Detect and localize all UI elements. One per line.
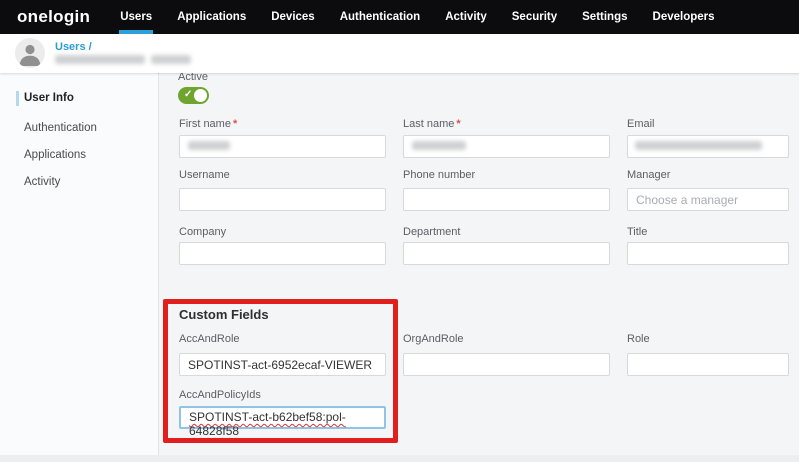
footer-strip bbox=[0, 455, 799, 462]
onelogin-logo[interactable]: onelogin bbox=[17, 7, 90, 27]
phone-input[interactable] bbox=[403, 188, 610, 211]
manager-input[interactable] bbox=[627, 188, 789, 211]
nav-item-applications[interactable]: Applications bbox=[177, 0, 246, 34]
email-label: Email bbox=[627, 118, 655, 130]
nav-item-developers[interactable]: Developers bbox=[653, 0, 715, 34]
nav-item-users[interactable]: Users bbox=[120, 0, 152, 34]
nav-item-settings[interactable]: Settings bbox=[582, 0, 627, 34]
role-label: Role bbox=[627, 333, 650, 345]
title-label: Title bbox=[627, 226, 647, 238]
org-and-role-label: OrgAndRole bbox=[403, 333, 464, 345]
sidebar-item-applications[interactable]: Applications bbox=[24, 149, 86, 161]
toggle-knob bbox=[194, 89, 207, 102]
department-label: Department bbox=[403, 226, 460, 238]
required-mark: * bbox=[233, 118, 237, 130]
phone-label: Phone number bbox=[403, 169, 475, 181]
sidebar-item-activity[interactable]: Activity bbox=[24, 176, 60, 188]
username-input[interactable] bbox=[179, 188, 386, 211]
acc-and-policy-ids-label: AccAndPolicyIds bbox=[179, 389, 261, 401]
nav-items: Users Applications Devices Authenticatio… bbox=[120, 0, 714, 34]
redacted-user-name-2 bbox=[151, 55, 191, 64]
redacted-user-name bbox=[55, 55, 145, 64]
role-input[interactable] bbox=[627, 353, 789, 376]
app-window: onelogin Users Applications Devices Auth… bbox=[0, 0, 799, 462]
username-label: Username bbox=[179, 169, 230, 181]
nav-item-devices[interactable]: Devices bbox=[271, 0, 314, 34]
department-input[interactable] bbox=[403, 242, 610, 265]
redacted-last-name bbox=[412, 141, 466, 150]
breadcrumb[interactable]: Users / bbox=[55, 41, 92, 53]
acc-and-policy-ids-value: SPOTINST-act-b62bef58:pol-64828f58 bbox=[189, 410, 346, 438]
company-input[interactable] bbox=[179, 242, 386, 265]
sidebar-item-authentication[interactable]: Authentication bbox=[24, 122, 97, 134]
redacted-first-name bbox=[188, 141, 230, 150]
acc-and-role-label: AccAndRole bbox=[179, 333, 240, 345]
acc-and-role-input[interactable] bbox=[179, 353, 386, 376]
sidebar-item-user-info[interactable]: User Info bbox=[24, 92, 74, 104]
redacted-email bbox=[635, 141, 762, 150]
nav-item-authentication[interactable]: Authentication bbox=[340, 0, 421, 34]
title-input[interactable] bbox=[627, 242, 789, 265]
org-and-role-input[interactable] bbox=[403, 353, 610, 376]
page-header: Users / bbox=[0, 34, 799, 73]
manager-label: Manager bbox=[627, 169, 670, 181]
company-label: Company bbox=[179, 226, 226, 238]
active-toggle[interactable]: ✓ bbox=[178, 87, 209, 104]
check-icon: ✓ bbox=[184, 89, 192, 100]
user-avatar-icon bbox=[15, 38, 45, 68]
last-name-label: Last name* bbox=[403, 118, 461, 130]
required-mark: * bbox=[456, 118, 460, 130]
nav-item-security[interactable]: Security bbox=[512, 0, 557, 34]
user-avatar bbox=[15, 38, 45, 68]
nav-item-activity[interactable]: Activity bbox=[445, 0, 487, 34]
custom-fields-title: Custom Fields bbox=[179, 307, 269, 322]
first-name-label: First name* bbox=[179, 118, 237, 130]
sidebar-active-indicator bbox=[16, 91, 19, 106]
sidebar: User Info Authentication Applications Ac… bbox=[0, 73, 159, 455]
top-nav: onelogin Users Applications Devices Auth… bbox=[0, 0, 799, 34]
acc-and-policy-ids-input[interactable]: SPOTINST-act-b62bef58:pol-64828f58 bbox=[179, 406, 386, 429]
